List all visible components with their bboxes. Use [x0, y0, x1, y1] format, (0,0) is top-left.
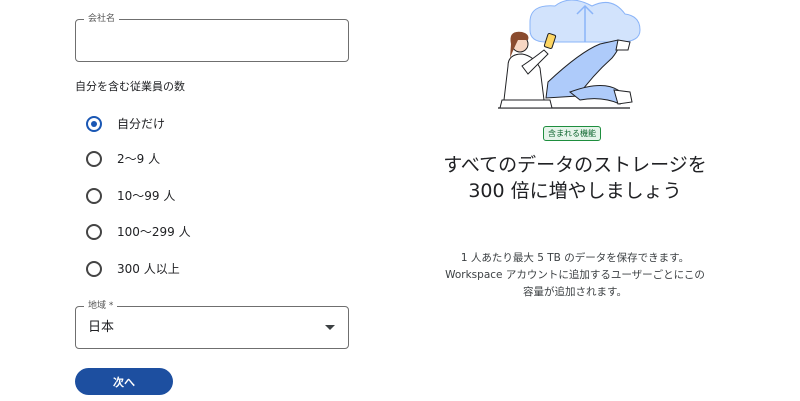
- employee-count-label: 自分を含む従業員の数: [75, 80, 185, 93]
- radio-option-100-299[interactable]: 100〜299 人: [86, 221, 191, 243]
- radio-button[interactable]: [86, 151, 102, 167]
- radio-option-2-9[interactable]: 2〜9 人: [86, 148, 160, 170]
- company-name-field[interactable]: 会社名: [75, 13, 349, 62]
- feature-badge: 含まれる機能: [543, 126, 601, 141]
- promo-panel: 含まれる機能 すべてのデータのストレージを 300 倍に増やしましょう 1 人あ…: [380, 0, 800, 401]
- radio-label: 自分だけ: [117, 117, 166, 131]
- radio-option-10-99[interactable]: 10〜99 人: [86, 185, 175, 207]
- radio-option-300-plus[interactable]: 300 人以上: [86, 258, 180, 280]
- signup-form: 会社名 自分を含む従業員の数 自分だけ 2〜9 人 10〜99 人 100〜29…: [0, 0, 380, 401]
- radio-label: 300 人以上: [117, 262, 180, 276]
- storage-illustration: [498, 0, 641, 109]
- radio-label: 10〜99 人: [117, 189, 176, 203]
- radio-label: 2〜9 人: [117, 152, 161, 166]
- signup-page: 会社名 自分を含む従業員の数 自分だけ 2〜9 人 10〜99 人 100〜29…: [0, 0, 800, 401]
- radio-label: 100〜299 人: [117, 225, 191, 239]
- promo-headline: すべてのデータのストレージを 300 倍に増やしましょう: [443, 154, 707, 202]
- promo-description: 1 人あたり最大 5 TB のデータを保存できます。Workspace アカウン…: [445, 252, 705, 298]
- radio-button[interactable]: [86, 261, 102, 277]
- region-label: 地域 *: [84, 300, 118, 312]
- region-value: 日本: [88, 320, 115, 335]
- radio-button[interactable]: [86, 188, 102, 204]
- dropdown-arrow-icon: [325, 325, 335, 330]
- radio-button-selected[interactable]: [86, 116, 102, 132]
- company-name-input[interactable]: [88, 30, 342, 54]
- next-button[interactable]: 次へ: [75, 368, 173, 395]
- radio-button[interactable]: [86, 224, 102, 240]
- region-select[interactable]: 地域 * 日本: [75, 300, 349, 349]
- company-name-label: 会社名: [84, 13, 120, 25]
- radio-option-just-me[interactable]: 自分だけ: [86, 113, 165, 135]
